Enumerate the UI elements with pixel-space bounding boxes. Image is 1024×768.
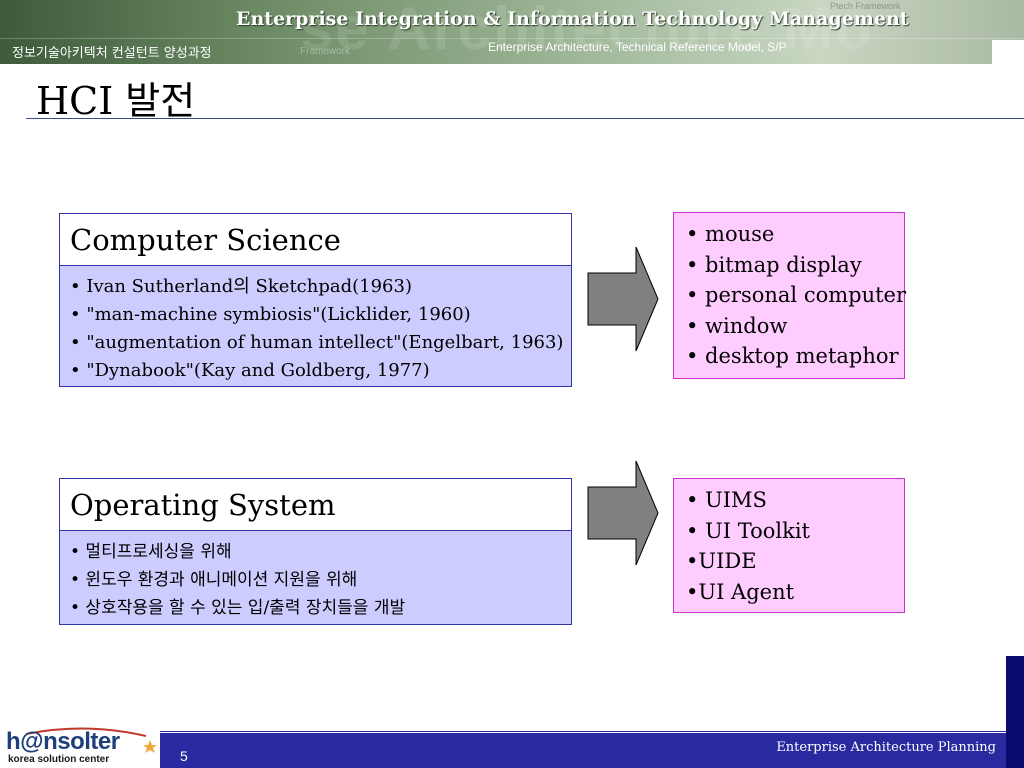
section-heading: Operating System bbox=[60, 479, 571, 531]
list-item: • desktop metaphor bbox=[686, 344, 899, 368]
list-item: • UI Toolkit bbox=[686, 518, 810, 543]
list-item: • Ivan Sutherland의 Sketchpad(1963) bbox=[70, 276, 412, 297]
list-item: • UIMS bbox=[686, 488, 767, 512]
side-accent-bar bbox=[1006, 656, 1024, 768]
list-item: •UI Agent bbox=[686, 579, 795, 604]
banner-corner bbox=[992, 40, 1024, 64]
section-body: • Ivan Sutherland의 Sketchpad(1963) • "ma… bbox=[60, 266, 571, 386]
banner-title: Enterprise Integration & Information Tec… bbox=[236, 8, 909, 30]
right-arrow-icon bbox=[587, 460, 659, 566]
list-item: • mouse bbox=[686, 222, 775, 246]
logo-tagline: korea solution center bbox=[8, 754, 110, 765]
list-item: •UIDE bbox=[686, 549, 757, 573]
list-item: • "Dynabook"(Kay and Goldberg, 1977) bbox=[70, 360, 430, 381]
banner-watermark-small: Framework bbox=[300, 46, 351, 57]
course-name: 정보기술아키텍처 컨설턴트 양성과정 bbox=[12, 46, 212, 61]
list-item: • 상호작용을 할 수 있는 입/출력 장치들을 개발 bbox=[70, 598, 406, 618]
list-item: • "augmentation of human intellect"(Enge… bbox=[70, 332, 564, 353]
title-divider bbox=[26, 118, 1024, 119]
section-heading: Computer Science bbox=[60, 214, 571, 266]
hansolter-logo: h@nsolter korea solution center bbox=[6, 726, 158, 768]
page-number: 5 bbox=[180, 748, 188, 764]
banner-divider bbox=[0, 38, 1024, 39]
list-item: • window bbox=[686, 313, 788, 338]
list-item: • personal computer bbox=[686, 283, 907, 307]
page-title: HCI 발전 bbox=[36, 79, 196, 123]
operating-system-results: • UIMS • UI Toolkit •UIDE •UI Agent bbox=[673, 478, 905, 613]
logo-wordmark: h@nsolter bbox=[6, 728, 120, 755]
right-arrow-icon bbox=[587, 246, 659, 352]
computer-science-box: Computer Science • Ivan Sutherland의 Sket… bbox=[59, 213, 572, 387]
list-item: • "man-machine symbiosis"(Licklider, 196… bbox=[70, 304, 471, 325]
footer-title: Enterprise Architecture Planning bbox=[776, 740, 996, 755]
list-item: • bitmap display bbox=[686, 252, 862, 277]
section-body: • 멀티프로세싱을 위해 • 윈도우 환경과 애니메이션 지원을 위해 • 상호… bbox=[60, 531, 571, 624]
header-banner: se Architecture Mo Framework Ptech Frame… bbox=[0, 0, 1024, 64]
operating-system-box: Operating System • 멀티프로세싱을 위해 • 윈도우 환경과 … bbox=[59, 478, 572, 625]
computer-science-results: • mouse • bitmap display • personal comp… bbox=[673, 212, 907, 379]
list-item: • 멀티프로세싱을 위해 bbox=[70, 542, 232, 562]
list-item: • 윈도우 환경과 애니메이션 지원을 위해 bbox=[70, 570, 358, 590]
footer-divider bbox=[160, 731, 1006, 732]
banner-subtitle: Enterprise Architecture, Technical Refer… bbox=[488, 40, 787, 54]
